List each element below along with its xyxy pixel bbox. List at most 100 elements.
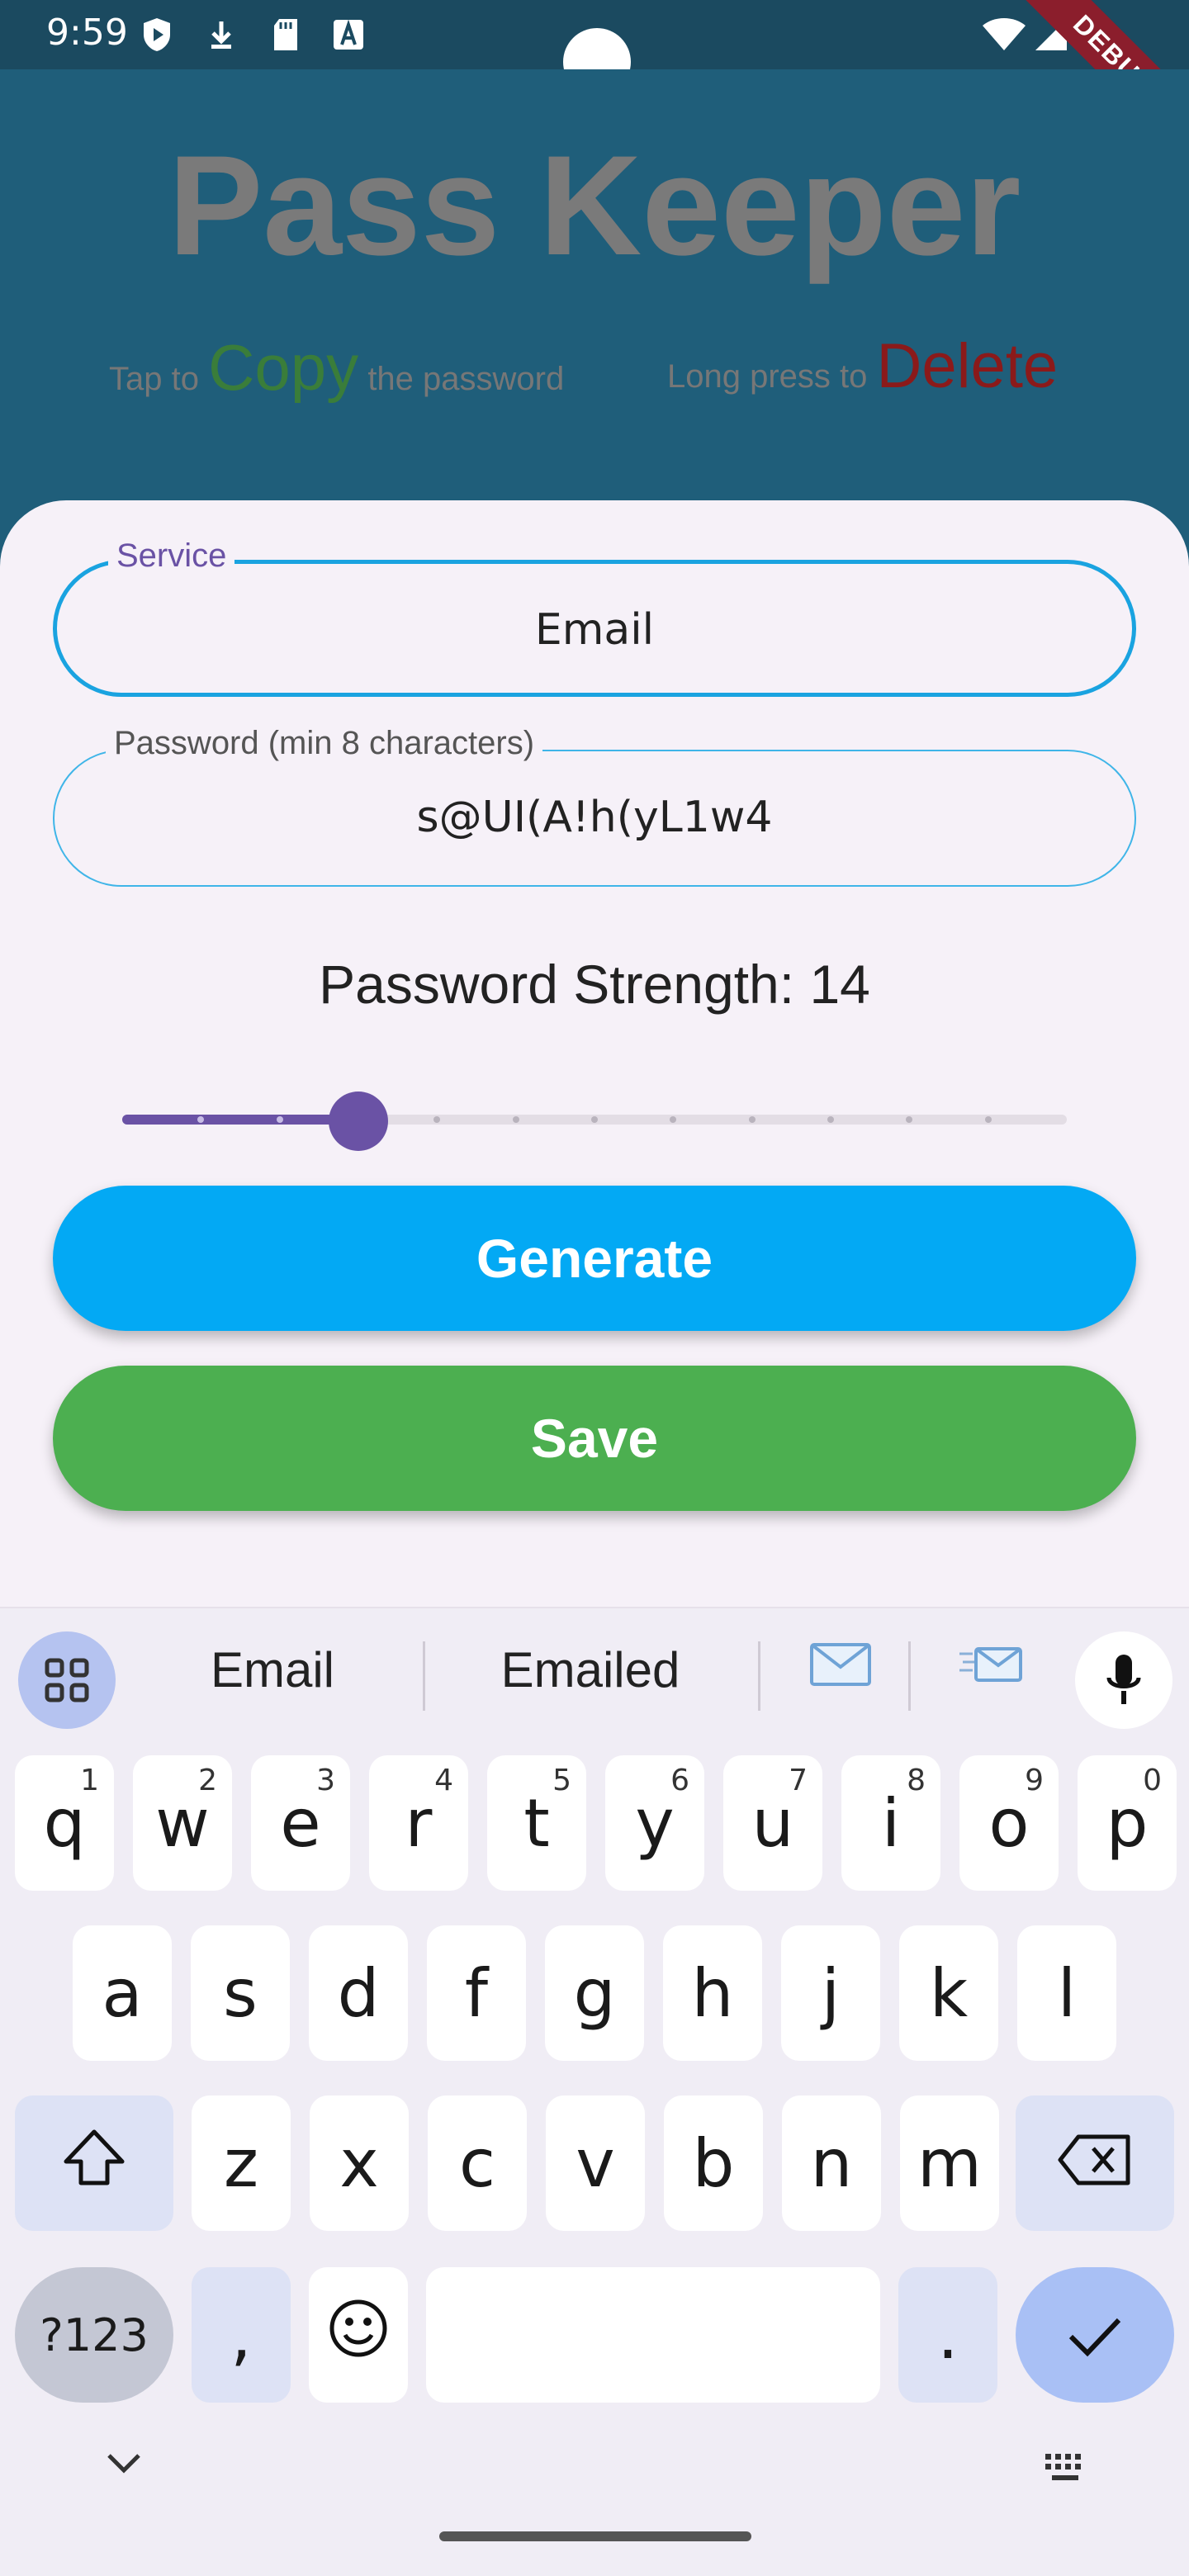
key-label: v bbox=[576, 2124, 615, 2202]
key-d[interactable]: d bbox=[309, 1925, 408, 2061]
key-i[interactable]: i8 bbox=[841, 1755, 940, 1891]
key-g[interactable]: g bbox=[545, 1925, 644, 2061]
backspace-key[interactable] bbox=[1016, 2095, 1174, 2231]
delete-word: Delete bbox=[876, 331, 1059, 401]
suggestion-divider bbox=[758, 1641, 760, 1711]
password-label: Password (min 8 characters) bbox=[106, 725, 543, 762]
generate-button[interactable]: Generate bbox=[53, 1186, 1136, 1331]
key-label: f bbox=[464, 1954, 489, 2032]
key-number-hint: 8 bbox=[907, 1764, 926, 1797]
suggestion-divider bbox=[423, 1641, 425, 1711]
key-label: b bbox=[692, 2124, 735, 2202]
app-title: Pass Keeper bbox=[168, 126, 1021, 285]
soft-keyboard: Email Emailed bbox=[0, 1607, 1189, 2576]
check-icon bbox=[1066, 2297, 1124, 2374]
save-button[interactable]: Save bbox=[53, 1366, 1136, 1511]
key-s[interactable]: s bbox=[191, 1925, 290, 2061]
chevron-down-icon[interactable] bbox=[106, 2452, 142, 2479]
key-z[interactable]: z bbox=[192, 2095, 291, 2231]
key-t[interactable]: t5 bbox=[487, 1755, 586, 1891]
mic-icon[interactable] bbox=[1075, 1631, 1172, 1729]
key-label: z bbox=[224, 2124, 258, 2202]
service-label: Service bbox=[108, 537, 235, 575]
key-v[interactable]: v bbox=[546, 2095, 645, 2231]
backspace-icon bbox=[1057, 2125, 1133, 2202]
slider-thumb[interactable] bbox=[329, 1091, 388, 1151]
space-key[interactable] bbox=[426, 2267, 880, 2403]
delete-hint: Long press to Delete bbox=[667, 330, 1058, 402]
key-o[interactable]: o9 bbox=[959, 1755, 1059, 1891]
password-field[interactable]: Password (min 8 characters) s@UI(A!h(yL1… bbox=[53, 725, 1136, 887]
key-w[interactable]: w2 bbox=[133, 1755, 232, 1891]
key-c[interactable]: c bbox=[428, 2095, 527, 2231]
play-protect-icon bbox=[140, 17, 173, 53]
key-number-hint: 9 bbox=[1025, 1764, 1044, 1797]
suggestion-divider bbox=[908, 1641, 911, 1711]
key-number-hint: 1 bbox=[80, 1764, 99, 1797]
done-key[interactable] bbox=[1016, 2267, 1174, 2403]
key-label: d bbox=[337, 1954, 380, 2032]
key-label: p bbox=[1106, 1784, 1149, 1862]
slider-tick bbox=[276, 1116, 283, 1123]
key-number-hint: 3 bbox=[316, 1764, 335, 1797]
period-key[interactable]: . bbox=[898, 2267, 997, 2403]
envelope-send-icon[interactable] bbox=[950, 1641, 1032, 1698]
apps-grid-icon[interactable] bbox=[18, 1631, 116, 1729]
strength-prefix: Password Strength: bbox=[319, 954, 795, 1015]
text-a-icon bbox=[332, 17, 365, 53]
key-h[interactable]: h bbox=[663, 1925, 762, 2061]
key-f[interactable]: f bbox=[427, 1925, 526, 2061]
key-n[interactable]: n bbox=[782, 2095, 881, 2231]
key-r[interactable]: r4 bbox=[369, 1755, 468, 1891]
suggestion-1[interactable]: Email bbox=[165, 1641, 380, 1698]
key-label: g bbox=[573, 1954, 616, 2032]
key-label: e bbox=[280, 1784, 321, 1862]
key-b[interactable]: b bbox=[664, 2095, 763, 2231]
service-field[interactable]: Service Email bbox=[53, 537, 1136, 697]
emoji-icon bbox=[329, 2297, 388, 2374]
key-p[interactable]: p0 bbox=[1078, 1755, 1177, 1891]
shift-key[interactable] bbox=[15, 2095, 173, 2231]
key-number-hint: 5 bbox=[552, 1764, 571, 1797]
strength-value: 14 bbox=[809, 954, 870, 1015]
delete-hint-prefix: Long press to bbox=[667, 358, 868, 395]
password-input[interactable]: s@UI(A!h(yL1w4 bbox=[54, 793, 1135, 842]
key-label: m bbox=[917, 2124, 982, 2202]
key-j[interactable]: j bbox=[781, 1925, 880, 2061]
home-indicator[interactable] bbox=[439, 2531, 751, 2541]
key-l[interactable]: l bbox=[1017, 1925, 1116, 2061]
status-bar: 9:59 DEBUG bbox=[0, 0, 1189, 173]
key-e[interactable]: e3 bbox=[251, 1755, 350, 1891]
key-number-hint: 0 bbox=[1143, 1764, 1162, 1797]
strength-slider[interactable] bbox=[122, 1091, 1067, 1151]
envelope-icon[interactable] bbox=[799, 1641, 882, 1698]
key-y[interactable]: y6 bbox=[605, 1755, 704, 1891]
comma-key[interactable]: , bbox=[192, 2267, 291, 2403]
key-q[interactable]: q1 bbox=[15, 1755, 114, 1891]
suggestion-2[interactable]: Emailed bbox=[462, 1641, 718, 1698]
form-card: Service Email Password (min 8 characters… bbox=[0, 500, 1189, 1607]
slider-tick bbox=[512, 1116, 519, 1123]
download-icon bbox=[205, 17, 238, 53]
sd-card-icon bbox=[269, 17, 302, 53]
key-number-hint: 4 bbox=[434, 1764, 453, 1797]
copy-word: Copy bbox=[208, 331, 359, 404]
suggestion-bar: Email Emailed bbox=[0, 1608, 1189, 1749]
key-m[interactable]: m bbox=[900, 2095, 999, 2231]
key-label: i bbox=[881, 1784, 901, 1862]
key-x[interactable]: x bbox=[310, 2095, 409, 2231]
symbols-key[interactable]: ?123 bbox=[15, 2267, 173, 2403]
keyboard-icon[interactable] bbox=[1044, 2452, 1090, 2489]
key-u[interactable]: u7 bbox=[723, 1755, 822, 1891]
slider-tick bbox=[748, 1116, 756, 1123]
key-label: k bbox=[929, 1954, 969, 2032]
key-k[interactable]: k bbox=[899, 1925, 998, 2061]
key-a[interactable]: a bbox=[73, 1925, 172, 2061]
key-label: s bbox=[223, 1954, 258, 2032]
service-input[interactable]: Email bbox=[57, 605, 1132, 655]
shift-icon bbox=[63, 2125, 126, 2202]
slider-fill bbox=[122, 1115, 358, 1125]
key-label: a bbox=[102, 1954, 143, 2032]
emoji-key[interactable] bbox=[309, 2267, 408, 2403]
copy-hint: Tap to Copy the password bbox=[109, 330, 564, 405]
